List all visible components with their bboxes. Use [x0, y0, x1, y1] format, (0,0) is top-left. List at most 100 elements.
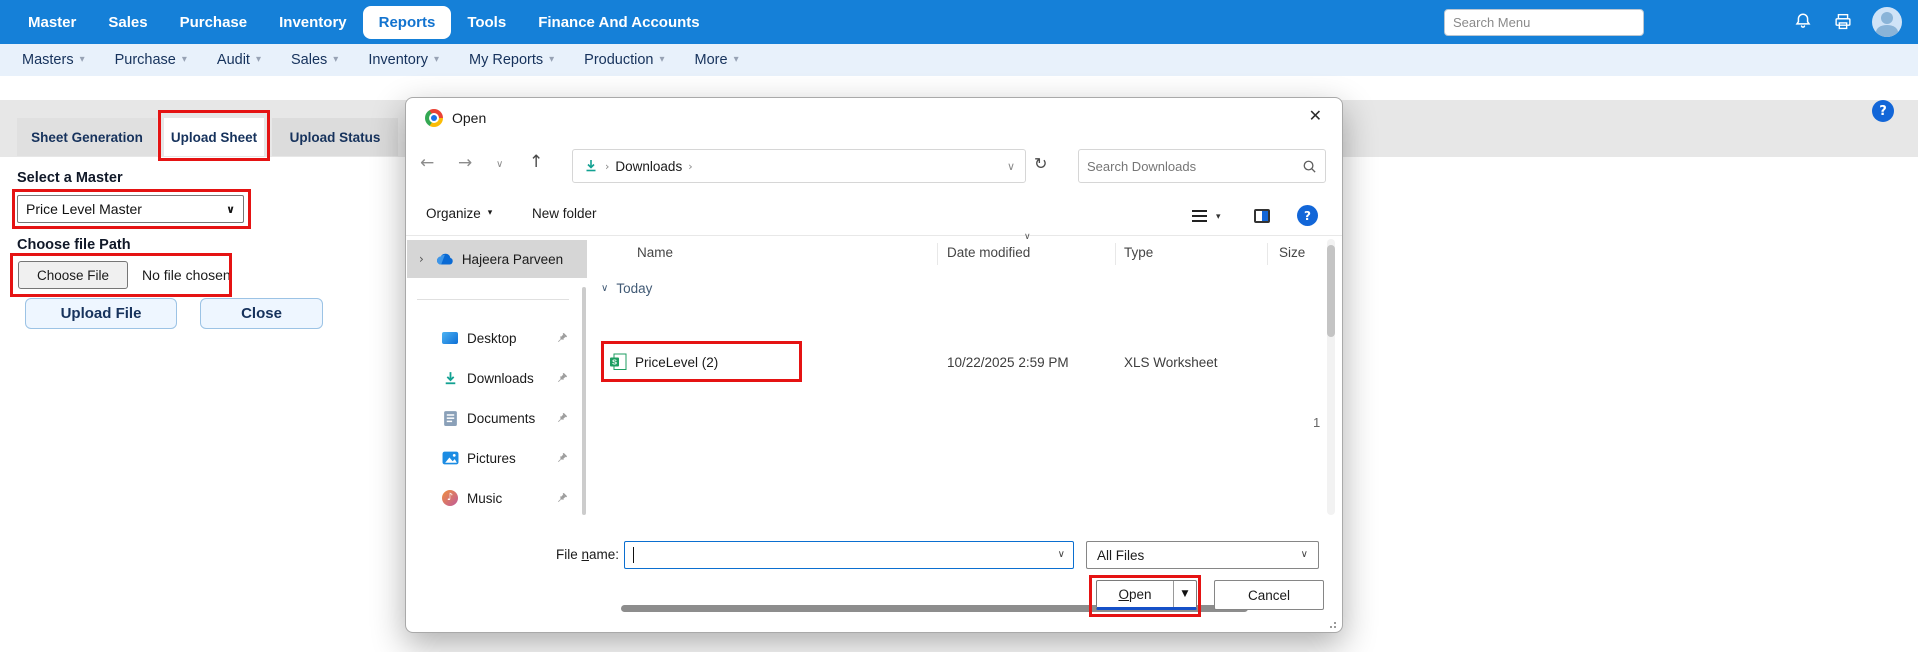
- subnav-audit[interactable]: Audit▾: [217, 52, 261, 68]
- tab-upload-status[interactable]: Upload Status: [272, 118, 398, 156]
- forward-arrow-icon[interactable]: →: [458, 155, 472, 172]
- open-dropdown-icon[interactable]: ▼: [1174, 590, 1196, 599]
- search-menu-input[interactable]: [1444, 9, 1644, 36]
- user-avatar[interactable]: [1872, 7, 1902, 37]
- subnav-inventory[interactable]: Inventory▾: [368, 52, 439, 68]
- address-bar[interactable]: › Downloads › ∨: [572, 149, 1026, 183]
- screen: Master Sales Purchase Inventory Reports …: [0, 0, 1918, 652]
- subnav-production[interactable]: Production▾: [584, 52, 664, 68]
- divider: [1267, 243, 1268, 265]
- collapse-chevron-icon[interactable]: ∨: [601, 284, 608, 294]
- top-nav-inventory[interactable]: Inventory: [263, 6, 363, 39]
- open-file-dialog: Open ✕ ← → ∨ ↑ › Downloads › ∨ ↻: [405, 97, 1343, 633]
- choose-file-button[interactable]: Choose File: [18, 261, 128, 289]
- column-header-date-modified[interactable]: Date modified: [947, 245, 1030, 260]
- view-dropdown-icon[interactable]: ▾: [1216, 213, 1221, 222]
- chevron-down-icon: ▾: [434, 55, 439, 65]
- sidebar-item-documents[interactable]: Documents: [407, 401, 579, 435]
- scrollbar-thumb[interactable]: [1327, 245, 1335, 337]
- music-icon: ♪: [442, 490, 458, 506]
- dialog-title: Open: [452, 110, 486, 126]
- page-help-icon[interactable]: ?: [1872, 100, 1894, 122]
- subnav-more[interactable]: More▾: [695, 52, 739, 68]
- sidebar-item-desktop[interactable]: Desktop: [407, 321, 579, 355]
- tab-upload-sheet[interactable]: Upload Sheet: [164, 118, 264, 156]
- open-button[interactable]: Open ▼: [1096, 580, 1197, 610]
- search-icon: [1302, 159, 1317, 174]
- preview-pane-icon[interactable]: [1254, 209, 1270, 223]
- top-nav-master[interactable]: Master: [12, 6, 92, 39]
- close-icon[interactable]: ✕: [1309, 108, 1322, 124]
- pin-icon[interactable]: [555, 491, 569, 505]
- tab-sheet-generation[interactable]: Sheet Generation: [17, 118, 157, 156]
- printer-icon[interactable]: [1832, 11, 1854, 33]
- sidebar-item-onedrive[interactable]: › Hajeera Parveen: [407, 240, 587, 278]
- top-nav-tools[interactable]: Tools: [451, 6, 522, 39]
- file-row-pricelevel[interactable]: S PriceLevel (2) 10/22/2025 2:59 PM XLS …: [587, 342, 1307, 382]
- search-downloads-input[interactable]: [1087, 159, 1302, 174]
- chevron-right-icon[interactable]: ›: [688, 161, 692, 172]
- cancel-button[interactable]: Cancel: [1214, 580, 1324, 610]
- top-nav-menu: Master Sales Purchase Inventory Reports …: [12, 6, 716, 39]
- chevron-down-icon[interactable]: ∨: [1058, 550, 1065, 560]
- list-view-icon[interactable]: [1192, 210, 1207, 222]
- chevron-down-icon: ▾: [660, 55, 665, 65]
- master-select[interactable]: Price Level Master ∨: [17, 195, 244, 223]
- group-header-today[interactable]: ∨ Today: [601, 281, 652, 296]
- secondary-navbar: Masters▾ Purchase▾ Audit▾ Sales▾ Invento…: [0, 44, 1918, 76]
- subnav-masters[interactable]: Masters▾: [22, 52, 85, 68]
- new-folder-button[interactable]: New folder: [532, 206, 597, 221]
- subnav-my-reports[interactable]: My Reports▾: [469, 52, 554, 68]
- bell-icon[interactable]: [1792, 11, 1814, 33]
- dialog-help-icon[interactable]: ?: [1297, 205, 1318, 226]
- no-file-chosen-text: No file chosen: [142, 267, 231, 283]
- file-list-scrollbar[interactable]: [1327, 239, 1335, 515]
- up-arrow-icon[interactable]: ↑: [529, 154, 543, 171]
- text-cursor: [633, 547, 634, 563]
- file-type-value: All Files: [1097, 548, 1144, 563]
- expand-chevron-icon[interactable]: ›: [419, 253, 424, 265]
- resize-grip[interactable]: [1326, 618, 1336, 628]
- sidebar-item-pictures[interactable]: Pictures: [407, 441, 579, 475]
- top-nav-purchase[interactable]: Purchase: [164, 6, 264, 39]
- close-button[interactable]: Close: [200, 298, 323, 329]
- breadcrumb-downloads[interactable]: Downloads: [615, 159, 682, 174]
- sidebar-item-downloads[interactable]: Downloads: [407, 361, 579, 395]
- column-header-size[interactable]: Size: [1279, 245, 1305, 260]
- back-arrow-icon[interactable]: ←: [420, 155, 434, 172]
- column-header-name[interactable]: Name: [637, 245, 673, 260]
- file-list: ∨ Name Date modified Type Size ∨ Today S: [587, 237, 1335, 521]
- subnav-purchase[interactable]: Purchase▾: [115, 52, 187, 68]
- chevron-down-icon: ▾: [734, 55, 739, 65]
- organize-menu[interactable]: Organize ▾: [426, 206, 492, 221]
- history-chevron-icon[interactable]: ∨: [496, 160, 503, 170]
- sidebar-scrollbar[interactable]: [582, 287, 586, 515]
- chevron-down-icon: ▾: [488, 209, 493, 218]
- chevron-down-icon: ∨: [226, 204, 235, 215]
- upload-file-button[interactable]: Upload File: [25, 298, 177, 329]
- pin-icon[interactable]: [555, 411, 569, 425]
- refresh-icon[interactable]: ↻: [1034, 156, 1047, 172]
- partial-size-text: 1: [1313, 415, 1320, 430]
- choose-file-path-label: Choose file Path: [17, 237, 131, 253]
- top-nav-finance[interactable]: Finance And Accounts: [522, 6, 715, 39]
- chrome-icon: [425, 109, 443, 127]
- chevron-down-icon: ▾: [256, 55, 261, 65]
- chevron-down-icon: ▾: [80, 55, 85, 65]
- sort-indicator-icon[interactable]: ∨: [1024, 233, 1031, 242]
- address-dropdown-icon[interactable]: ∨: [1007, 161, 1015, 172]
- divider: [417, 299, 569, 300]
- pin-icon[interactable]: [555, 331, 569, 345]
- pin-icon[interactable]: [555, 371, 569, 385]
- top-nav-sales[interactable]: Sales: [92, 6, 163, 39]
- top-nav-reports[interactable]: Reports: [363, 6, 452, 39]
- column-header-type[interactable]: Type: [1124, 245, 1153, 260]
- file-name-input[interactable]: ∨: [624, 541, 1074, 569]
- subnav-sales[interactable]: Sales▾: [291, 52, 338, 68]
- divider: [937, 243, 938, 265]
- sidebar-item-music[interactable]: ♪ Music: [407, 481, 579, 515]
- file-name-label: File name:: [506, 547, 619, 562]
- documents-icon: [443, 410, 458, 427]
- file-type-select[interactable]: All Files ∨: [1086, 541, 1319, 569]
- pin-icon[interactable]: [555, 451, 569, 465]
